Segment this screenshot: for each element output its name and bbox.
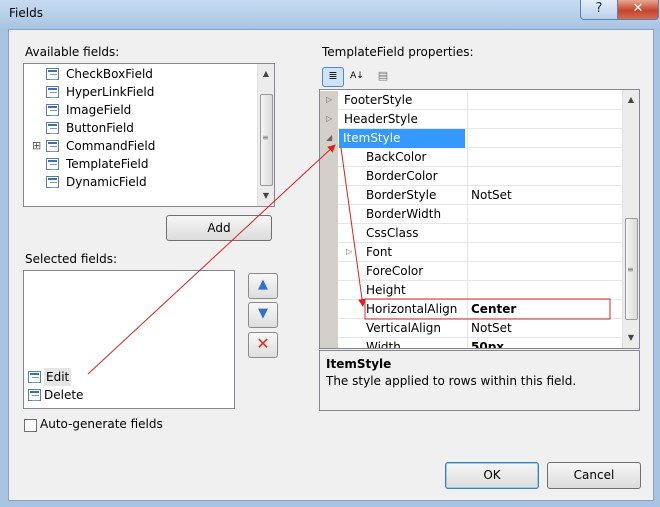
- annotation-arrow-down: [340, 147, 366, 307]
- annotation-overlay: [87, 144, 611, 375]
- annotation-highlight-box: [364, 298, 611, 320]
- annotation-arrow-diagonal: [87, 144, 336, 375]
- fields-dialog: Fields ? ✕ Available fields: CheckBoxFie…: [0, 0, 660, 507]
